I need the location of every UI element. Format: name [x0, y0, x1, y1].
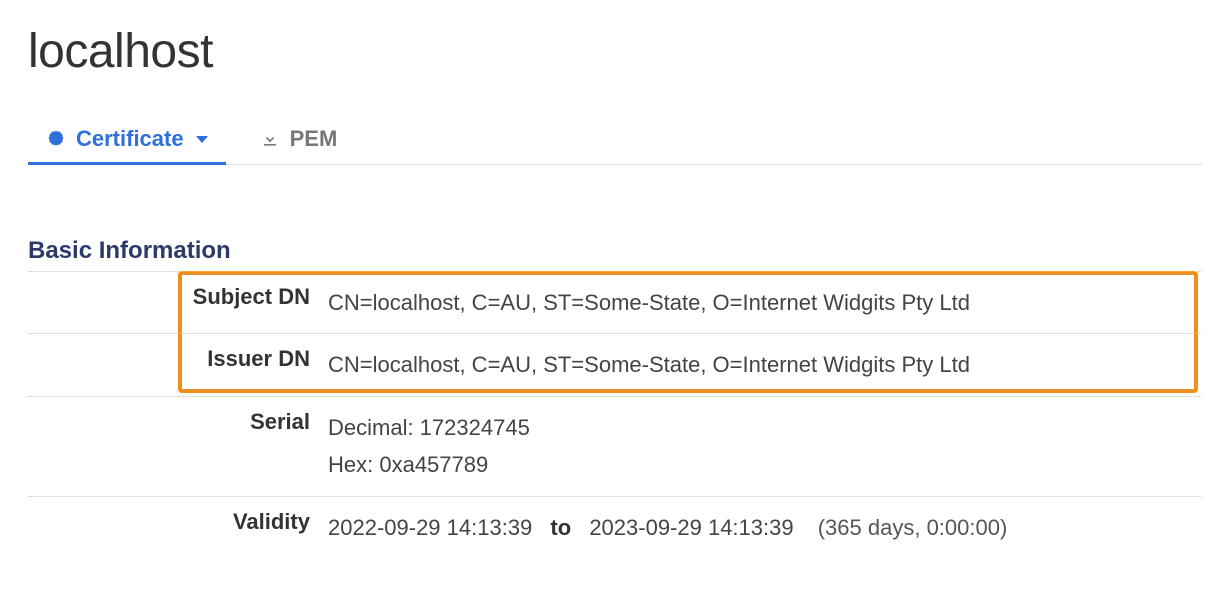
row-issuer-dn: Issuer DN CN=localhost, C=AU, ST=Some-St… — [28, 333, 1202, 395]
field-value: Decimal: 172324745 Hex: 0xa457789 — [328, 409, 1202, 484]
validity-separator: to — [538, 515, 583, 540]
row-subject-dn: Subject DN CN=localhost, C=AU, ST=Some-S… — [28, 271, 1202, 333]
tab-certificate[interactable]: Certificate — [28, 120, 226, 165]
validity-from: 2022-09-29 14:13:39 — [328, 515, 532, 540]
download-icon — [260, 129, 280, 149]
field-label: Serial — [28, 409, 328, 484]
tab-label: Certificate — [76, 126, 184, 152]
field-value: CN=localhost, C=AU, ST=Some-State, O=Int… — [328, 346, 1202, 383]
tab-bar: Certificate PEM — [28, 119, 1202, 165]
tab-label: PEM — [290, 126, 338, 152]
section-title-basic-information: Basic Information — [28, 237, 1202, 265]
chevron-down-icon — [196, 136, 208, 143]
field-label: Subject DN — [28, 284, 328, 321]
validity-to: 2023-09-29 14:13:39 — [589, 515, 793, 540]
serial-hex: Hex: 0xa457789 — [328, 446, 1202, 483]
field-label: Validity — [28, 509, 328, 546]
field-value: CN=localhost, C=AU, ST=Some-State, O=Int… — [328, 284, 1202, 321]
certificate-seal-icon — [46, 129, 66, 149]
page-title: localhost — [28, 24, 1202, 79]
tab-pem[interactable]: PEM — [242, 120, 356, 165]
validity-duration: (365 days, 0:00:00) — [800, 515, 1008, 540]
row-serial: Serial Decimal: 172324745 Hex: 0xa457789 — [28, 396, 1202, 496]
serial-decimal: Decimal: 172324745 — [328, 409, 1202, 446]
field-label: Issuer DN — [28, 346, 328, 383]
field-value: 2022-09-29 14:13:39 to 2023-09-29 14:13:… — [328, 509, 1202, 546]
row-validity: Validity 2022-09-29 14:13:39 to 2023-09-… — [28, 496, 1202, 558]
basic-information-rows: Subject DN CN=localhost, C=AU, ST=Some-S… — [28, 271, 1202, 558]
